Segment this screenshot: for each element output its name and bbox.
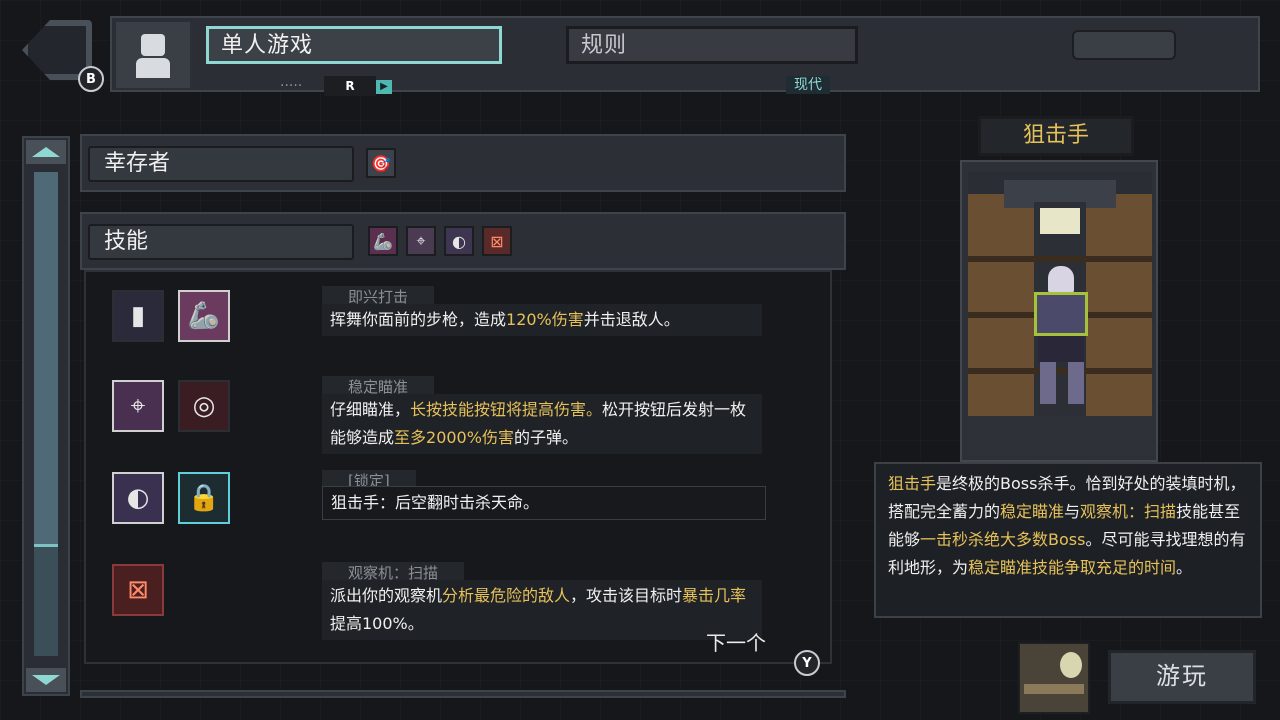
sniper-figure xyxy=(1028,266,1092,426)
scan-skill-icon[interactable]: ⊠ xyxy=(112,564,164,616)
bottom-frame xyxy=(80,690,846,698)
desc-text: 的子弹。 xyxy=(513,428,578,447)
skill-description: 仔细瞄准，长按技能按钮将提高伤害。松开按钮后发射一枚能够造成至多2000%伤害的… xyxy=(322,394,762,454)
character-preview xyxy=(968,172,1152,460)
skill-tab-scan-icon[interactable]: ⊠ xyxy=(482,226,512,256)
backflip-skill-icon[interactable]: ◐ xyxy=(112,472,164,524)
page-dots: ..... xyxy=(280,74,303,90)
desc-text: 并击退敌人。 xyxy=(583,310,680,329)
player-avatar[interactable] xyxy=(116,22,190,88)
highlight-text: 一击秒杀绝大多数Boss xyxy=(920,530,1086,549)
desc-text: 。 xyxy=(1176,558,1193,577)
skill-tab-aim-icon[interactable]: ⌖ xyxy=(406,226,436,256)
next-key-badge: Y xyxy=(794,650,820,676)
strike-skill-icon[interactable]: 🦾 xyxy=(178,290,230,342)
r-key-badge: R xyxy=(324,76,376,96)
highlight-text: 长按技能按钮将提高伤害。 xyxy=(410,400,603,419)
survivor-section-label[interactable]: 幸存者 xyxy=(88,146,354,182)
desc-text: 挥舞你面前的步枪，造成 xyxy=(330,310,507,329)
desc-text: ，攻击该目标时 xyxy=(570,586,683,605)
highlight-text: 稳定瞄准 xyxy=(1000,502,1065,521)
highlight-text: 稳定瞄准技能争取充足的时间 xyxy=(968,558,1177,577)
skill-tab-backflip-icon[interactable]: ◐ xyxy=(444,226,474,256)
desc-text: 派出你的观察机 xyxy=(330,586,443,605)
highlight-text: 暴击几率 xyxy=(682,586,747,605)
desc-text: 仔细瞄准， xyxy=(330,400,411,419)
mode-label: 现代 xyxy=(786,76,830,94)
highlight-text: 120%伤害 xyxy=(506,310,584,329)
top-deco-panel xyxy=(1072,30,1176,60)
survivor-icon[interactable]: 🎯 xyxy=(366,148,396,178)
skill-description: 挥舞你面前的步枪，造成120%伤害并击退敌人。 xyxy=(322,304,762,336)
skill-tab-strike-icon[interactable]: 🦾 xyxy=(368,226,398,256)
play-button[interactable]: 游玩 xyxy=(1108,650,1256,704)
desc-text: 提高100%。 xyxy=(330,614,424,633)
aim-skill-icon[interactable]: ⌖ xyxy=(112,380,164,432)
arrow-up-icon xyxy=(32,147,60,157)
scroll-up-button[interactable] xyxy=(26,140,66,164)
tab-singleplayer[interactable]: 单人游戏 xyxy=(206,26,502,64)
play-triangle-icon: ▶ xyxy=(376,80,392,94)
back-key-badge: B xyxy=(78,66,104,92)
highlight-text: 狙击手 xyxy=(888,474,937,493)
scrollbar-thumb[interactable] xyxy=(34,544,58,656)
skills-section-label[interactable]: 技能 xyxy=(88,224,354,260)
back-button[interactable]: B xyxy=(18,14,104,94)
tab-rules[interactable]: 规则 xyxy=(566,26,858,64)
skill-description: 派出你的观察机分析最危险的敌人，攻击该目标时暴击几率提高100%。 xyxy=(322,580,762,640)
desc-text: 狙击手：后空翻时击杀天命。 xyxy=(331,493,540,512)
scroll-down-button[interactable] xyxy=(26,668,66,692)
highlight-text: 观察机：扫描 xyxy=(1080,502,1177,521)
crosshair-alt-icon[interactable]: ◎ xyxy=(178,380,230,432)
bullet-icon: ▮ xyxy=(112,290,164,342)
highlight-text: 分析最危险的敌人 xyxy=(442,586,571,605)
skill-description: 狙击手：后空翻时击杀天命。 xyxy=(322,486,766,520)
highlight-text: 至多2000%伤害 xyxy=(394,428,514,447)
character-description: 狙击手是终极的Boss杀手。恰到好处的装填时机，搭配完全蓄力的稳定瞄准与观察机：… xyxy=(874,462,1262,618)
lock-icon[interactable]: 🔒 xyxy=(178,472,230,524)
desc-text: 与 xyxy=(1064,502,1081,521)
loadout-thumbnail[interactable] xyxy=(1018,642,1090,714)
arrow-down-icon xyxy=(32,675,60,685)
character-name: 狙击手 xyxy=(978,116,1134,156)
